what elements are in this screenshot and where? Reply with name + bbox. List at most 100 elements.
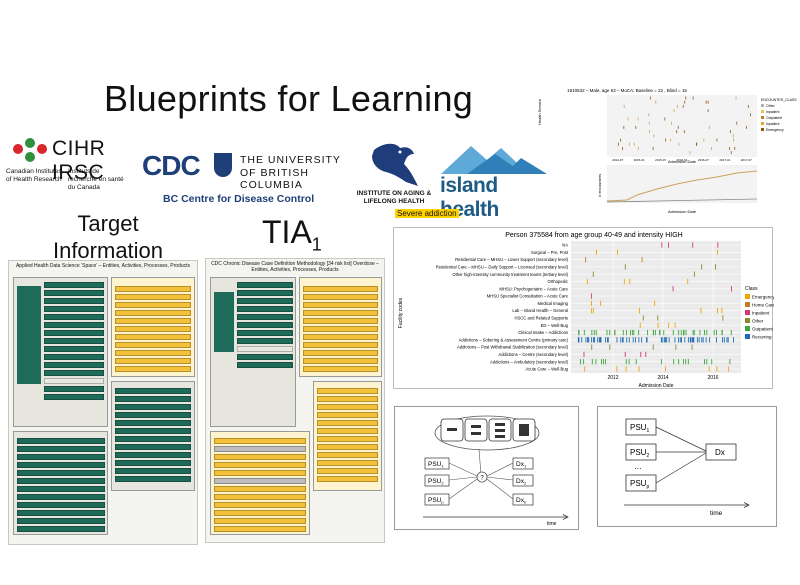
main-chart-event-mark	[704, 359, 705, 365]
main-chart-category-label: Surgical – Pre, Post	[531, 250, 569, 255]
small-chart-top-ylabel: Health Service	[537, 98, 542, 125]
small-chart-legend-label: Inpatient	[766, 110, 779, 114]
main-chart-event-mark	[624, 264, 626, 270]
main-chart-event-mark	[628, 359, 630, 365]
small-chart-mark	[707, 100, 709, 104]
small-chart-tick-label: 2017-07	[741, 158, 752, 162]
diag1-output-2: Dx2	[512, 474, 534, 487]
main-chart-event-mark	[726, 337, 728, 343]
small-chart-mark	[652, 146, 654, 150]
doc-mid-products-block	[313, 381, 382, 491]
main-chart-event-mark	[674, 322, 676, 328]
main-chart-event-mark	[674, 337, 676, 343]
main-chart-legend-label: Other	[752, 319, 764, 324]
svg-text:Dx: Dx	[715, 448, 725, 457]
institute-aging-logo: INSTITUTE ON AGING & LIFELONG HEALTH	[356, 140, 432, 208]
main-chart-event-mark	[584, 366, 586, 372]
small-chart-mark	[664, 117, 666, 121]
main-chart-event-mark	[715, 264, 716, 270]
main-chart-category-label: Acute Care – Well-Bug	[525, 367, 568, 372]
main-chart-event-mark	[640, 351, 642, 358]
main-chart-event-mark	[723, 337, 725, 343]
doc-left-products-block	[111, 381, 195, 491]
main-chart-event-mark	[687, 337, 689, 343]
main-chart-event-mark	[591, 344, 593, 350]
small-chart-mark	[689, 151, 691, 155]
main-chart-event-mark	[625, 366, 627, 372]
main-chart-event-mark	[595, 359, 597, 365]
main-chart-event-mark	[641, 337, 643, 343]
small-chart-mark	[617, 142, 619, 146]
small-chart-mark	[671, 121, 673, 125]
main-chart-legend-swatch	[745, 310, 750, 315]
main-chart-event-mark	[639, 322, 641, 328]
main-chart-event-mark	[683, 359, 685, 365]
doc-left-data-block	[13, 277, 108, 427]
diag2-output: Dx	[705, 443, 737, 461]
main-chart-event-mark	[717, 242, 719, 248]
main-chart-event-mark	[706, 329, 708, 336]
main-chart-event-mark	[696, 337, 698, 343]
main-chart-event-mark	[721, 308, 723, 314]
main-chart-category-label: Residential Care – MHSU – Daily Support …	[436, 264, 569, 269]
main-chart-event-mark	[657, 315, 659, 321]
main-chart-legend-label: Emergency	[752, 295, 774, 300]
main-chart-event-mark	[629, 278, 631, 285]
small-chart-legend-swatch	[761, 122, 764, 125]
main-chart-event-mark	[668, 242, 669, 248]
main-chart-tick-label: 2014	[657, 375, 668, 381]
main-chart-event-mark	[704, 329, 706, 336]
cihr-logo: CIHR IRSC Canadian Institutes of Health …	[6, 135, 131, 207]
main-chart-category-label: ED – Well-Bug	[541, 323, 569, 328]
main-chart-event-mark	[622, 337, 623, 343]
small-chart-mark	[633, 142, 635, 146]
small-chart-mark	[665, 138, 667, 142]
main-chart-event-mark	[625, 359, 627, 365]
main-chart-event-mark	[609, 344, 611, 350]
main-chart-event-mark	[661, 242, 663, 248]
main-chart-event-mark	[646, 337, 647, 343]
main-chart-event-mark	[691, 337, 693, 343]
main-chart-event-mark	[586, 278, 588, 285]
main-chart-event-mark	[654, 300, 656, 306]
main-chart-event-mark	[685, 329, 687, 336]
small-chart-mark	[635, 125, 637, 129]
small-chart-mark	[750, 113, 751, 117]
main-chart-event-mark	[716, 337, 717, 343]
main-chart-event-mark	[639, 308, 640, 314]
main-chart-event-mark	[659, 329, 660, 336]
main-chart-event-mark	[647, 329, 648, 336]
main-chart-event-mark	[652, 344, 654, 350]
main-chart-event-mark	[616, 366, 618, 372]
diag1-input-1: PSU1	[424, 457, 450, 470]
main-chart-event-mark	[727, 366, 729, 372]
main-chart-event-mark	[665, 366, 667, 372]
small-chart-tick-label: 2017-01	[719, 158, 730, 162]
diag2-input-1: PSU1	[625, 418, 657, 436]
main-chart-category-label: Residential Care – MHSU – Lower Support …	[455, 257, 568, 262]
main-chart-event-mark	[605, 337, 607, 343]
main-chart-legend-swatch	[745, 318, 750, 323]
diag2-time-label: time	[710, 510, 723, 517]
main-chart-event-mark	[638, 366, 640, 372]
main-chart-event-mark	[661, 359, 663, 365]
main-chart-event-mark	[705, 337, 707, 343]
main-chart-ylabel: Facility codes	[398, 297, 404, 328]
main-chart-event-mark	[702, 337, 704, 343]
doc-mid: CDC Chronic Disease Case Definition Meth…	[205, 258, 385, 543]
main-chart-category-label: Addictions – Sobering & Assessment Centr…	[459, 337, 569, 342]
small-chart-mark	[655, 100, 657, 104]
main-chart-event-mark	[635, 359, 637, 365]
main-chart-event-mark	[685, 359, 687, 365]
main-chart-event-mark	[623, 278, 625, 285]
main-chart-event-mark	[727, 337, 729, 343]
main-chart-event-mark	[590, 293, 592, 299]
main-chart-event-mark	[632, 337, 634, 343]
main-chart-svg: Person 375584 from age group 40-49 and i…	[398, 232, 776, 389]
main-chart-tick-label: 2012	[607, 375, 618, 381]
main-chart-event-mark	[624, 351, 626, 358]
small-chart-mark	[637, 117, 639, 121]
ubc-line1: THE UNIVERSITY	[240, 154, 341, 166]
main-chart-event-mark	[606, 329, 608, 336]
main-chart-event-mark	[609, 329, 611, 336]
